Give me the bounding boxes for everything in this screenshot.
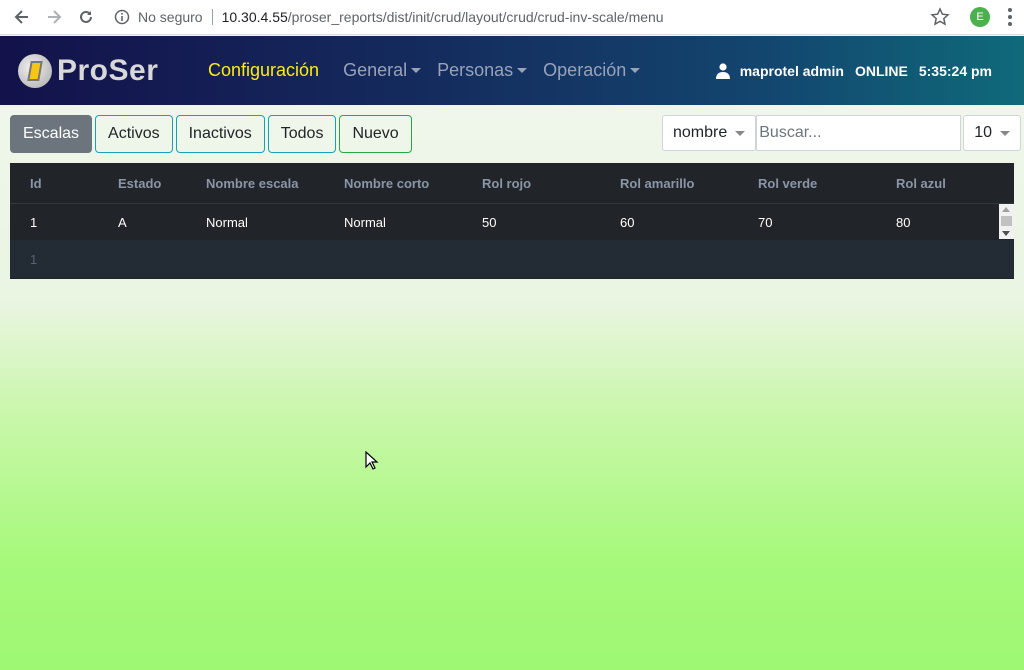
menu-configuracion[interactable]: Configuración <box>208 60 319 81</box>
menu-operacion[interactable]: Operación <box>543 60 641 81</box>
header-rol-azul[interactable]: Rol azul <box>876 176 1014 191</box>
cell-rol-verde: 70 <box>758 214 773 230</box>
profile-avatar[interactable]: E <box>970 7 990 27</box>
forward-button[interactable] <box>38 1 70 33</box>
logo-mark-icon <box>18 53 52 88</box>
cell-nombre-escala: Normal <box>206 214 248 230</box>
cell-rol-amarillo: 60 <box>620 214 635 230</box>
header-rol-amarillo[interactable]: Rol amarillo <box>600 176 738 191</box>
user-name: maprotel admin <box>739 62 844 79</box>
url-host: 10.30.4.55 <box>221 9 288 25</box>
cell-rol-rojo: 50 <box>482 214 497 230</box>
table-row[interactable]: 1 A Normal Normal 50 60 70 80 <box>10 204 1014 240</box>
page-number[interactable]: 1 <box>10 252 37 267</box>
table-pagination: 1 <box>10 240 1014 278</box>
header-nombre-escala[interactable]: Nombre escala <box>186 176 324 191</box>
scroll-down-icon[interactable] <box>1002 231 1010 236</box>
user-info: maprotel admin ONLINE 5:35:24 pm <box>715 36 992 105</box>
cell-id: 1 <box>30 214 38 230</box>
inactivos-button[interactable]: Inactivos <box>175 115 265 153</box>
header-rol-rojo[interactable]: Rol rojo <box>462 176 600 191</box>
menu-general[interactable]: General <box>343 60 422 81</box>
cell-nombre-corto: Normal <box>344 214 386 230</box>
caret-down-icon <box>517 68 528 73</box>
back-button[interactable] <box>6 1 38 33</box>
header-rol-verde[interactable]: Rol verde <box>738 176 876 191</box>
browser-toolbar: No seguro 10.30.4.55/proser_reports/dist… <box>0 0 1024 35</box>
search-input[interactable] <box>756 115 962 151</box>
activos-button[interactable]: Activos <box>95 115 173 153</box>
clock: 5:35:24 pm <box>918 62 992 79</box>
cell-estado: A <box>118 214 127 230</box>
online-status: ONLINE <box>854 62 908 79</box>
mouse-cursor-icon <box>365 451 379 470</box>
bookmark-star-icon[interactable] <box>930 7 950 27</box>
caret-down-icon <box>1000 130 1011 136</box>
menu-personas[interactable]: Personas <box>437 60 528 81</box>
address-divider <box>211 9 213 25</box>
menu-operacion-label: Operación <box>543 60 627 80</box>
escalas-button[interactable]: Escalas <box>10 115 93 153</box>
security-label: No seguro <box>138 9 203 25</box>
url-path: /proser_reports/dist/init/crud/layout/cr… <box>287 9 664 25</box>
page-size-value: 10 <box>974 124 993 141</box>
header-id[interactable]: Id <box>10 176 98 191</box>
search-group: nombre 10 <box>662 115 1022 151</box>
menu-personas-label: Personas <box>437 60 514 80</box>
header-estado[interactable]: Estado <box>98 176 186 191</box>
main-menu: Configuración General Personas Operación <box>208 60 656 81</box>
browser-menu-icon[interactable] <box>1004 7 1016 27</box>
scroll-up-icon[interactable] <box>1002 207 1010 212</box>
reload-button[interactable] <box>70 1 102 33</box>
menu-configuracion-label: Configuración <box>208 60 320 80</box>
nuevo-button[interactable]: Nuevo <box>339 115 412 153</box>
app-navbar: ProSer Configuración General Personas Op… <box>0 36 1024 105</box>
arrow-left-icon <box>14 10 28 24</box>
search-field-select[interactable]: nombre <box>662 115 757 151</box>
table-scrollbar[interactable] <box>999 204 1014 239</box>
header-nombre-corto[interactable]: Nombre corto <box>324 176 462 191</box>
arrow-right-icon <box>48 10 62 24</box>
scroll-thumb[interactable] <box>1001 216 1012 226</box>
user-icon <box>715 62 730 79</box>
caret-down-icon <box>630 68 641 73</box>
search-field-value: nombre <box>673 124 728 141</box>
caret-down-icon <box>411 68 422 73</box>
menu-general-label: General <box>343 60 408 80</box>
logo-text: ProSer <box>57 53 159 87</box>
proser-logo[interactable]: ProSer <box>18 53 188 88</box>
todos-button[interactable]: Todos <box>267 115 337 153</box>
cell-rol-azul: 80 <box>896 214 911 230</box>
page-size-select[interactable]: 10 <box>963 115 1022 151</box>
info-icon[interactable] <box>114 9 130 25</box>
table-header: Id Estado Nombre escala Nombre corto Rol… <box>10 163 1014 204</box>
reload-icon <box>80 10 92 23</box>
scales-table: Id Estado Nombre escala Nombre corto Rol… <box>10 163 1014 279</box>
address-bar[interactable]: No seguro 10.30.4.55/proser_reports/dist… <box>114 0 930 35</box>
caret-down-icon <box>735 130 746 136</box>
filter-toolbar: Escalas Activos Inactivos Todos Nuevo <box>10 115 415 153</box>
